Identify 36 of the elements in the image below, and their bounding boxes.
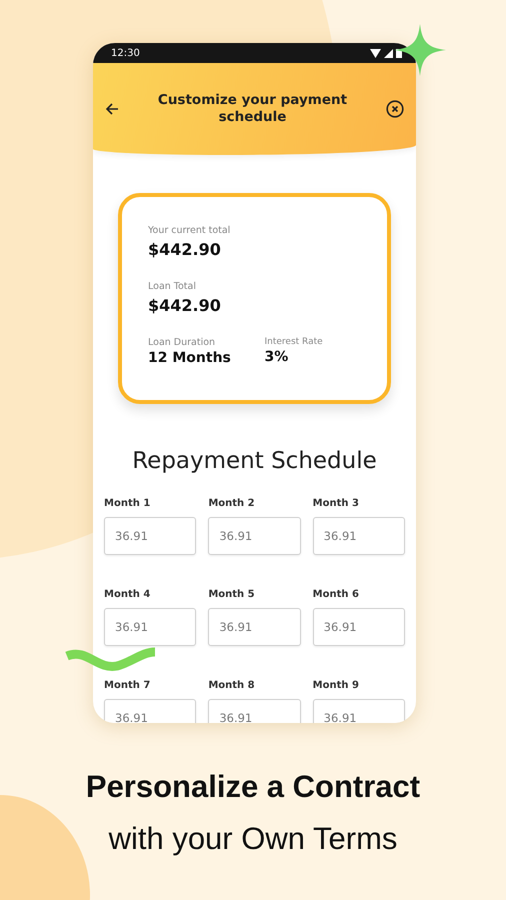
month-label: Month 2 [208,498,256,509]
amount-field[interactable]: 36.91 [312,517,405,555]
amount-field[interactable]: 36.91 [104,608,196,646]
header-title: Customize your payment schedule [156,92,348,126]
amount-field[interactable]: 36.91 [104,699,196,723]
status-time: 12:30 [111,48,140,58]
month-label: Month 6 [312,589,360,600]
amount-field[interactable]: 36.91 [312,608,405,646]
back-arrow-icon[interactable] [105,103,119,115]
month-label: Month 8 [208,680,256,691]
month-label: Month 5 [208,589,256,600]
month-label: Month 4 [104,589,152,600]
month-label: Month 7 [104,680,152,691]
current-total-value: $442.90 [148,240,222,259]
amount-field[interactable]: 36.91 [104,517,196,555]
amount-field[interactable]: 36.91 [208,517,301,555]
wifi-icon [370,48,381,58]
interest-rate-label: Interest Rate [264,337,324,347]
caption-subline: with your Own Terms [108,820,398,858]
section-title: Repayment Schedule [131,448,378,474]
amount-field[interactable]: 36.91 [312,699,405,723]
amount-field[interactable]: 36.91 [208,608,301,646]
month-label: Month 9 [312,680,360,691]
close-icon[interactable] [386,100,404,118]
current-total-label: Your current total [148,225,232,236]
month-label: Month 3 [312,498,360,509]
interest-rate-value: 3% [264,349,290,365]
signal-icon [384,48,393,58]
loan-total-value: $442.90 [148,296,222,315]
caption-headline: Personalize a Contract [84,768,422,806]
loan-duration-value: 12 Months [148,350,232,366]
amount-field[interactable]: 36.91 [208,699,301,723]
sparkle-icon [394,24,446,76]
month-label: Month 1 [104,498,152,509]
loan-duration-label: Loan Duration [148,337,216,348]
loan-total-label: Loan Total [148,281,197,292]
